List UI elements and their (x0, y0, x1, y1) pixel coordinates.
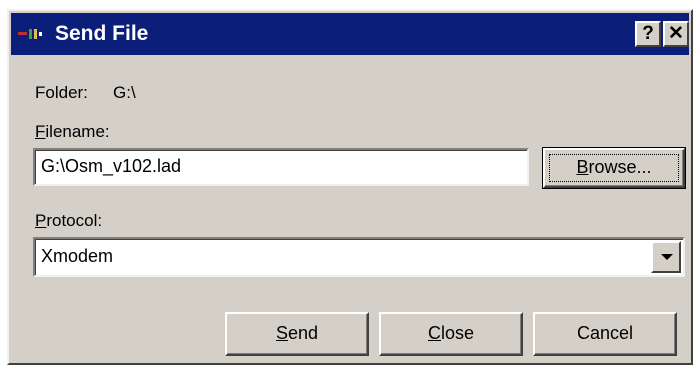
cancel-button[interactable]: Cancel (533, 312, 677, 356)
close-button[interactable]: Close (379, 312, 523, 356)
chevron-down-icon (661, 254, 673, 260)
window-title: Send File (55, 22, 149, 45)
filename-mnemonic: F (35, 122, 46, 141)
send-file-dialog: Send File ? ✕ Folder: G:\ Filename: G:\O… (7, 9, 693, 365)
help-button[interactable]: ? (635, 21, 661, 47)
filename-input[interactable]: G:\Osm_v102.lad (33, 148, 529, 186)
send-mnemonic: S (275, 323, 288, 343)
folder-value: G:\ (113, 83, 136, 102)
protocol-label: Protocol: (35, 211, 102, 231)
close-label: lose (440, 323, 475, 343)
folder-label: Folder: (35, 83, 88, 102)
filename-label-text: ilename: (45, 122, 110, 141)
close-window-button[interactable]: ✕ (663, 21, 689, 47)
dropdown-button[interactable] (651, 241, 681, 273)
send-label: end (287, 323, 319, 343)
focus-ring (549, 154, 679, 182)
protocol-mnemonic: P (35, 211, 47, 230)
send-button[interactable]: Send (225, 312, 369, 356)
browse-button[interactable]: Browse... (542, 147, 686, 189)
filename-label: Filename: (35, 122, 110, 142)
app-icon (18, 29, 42, 39)
title-bar[interactable]: Send File ? ✕ (11, 13, 689, 55)
close-mnemonic: C (427, 323, 441, 343)
protocol-label-text: rotocol: (46, 211, 103, 230)
protocol-selected-value: Xmodem (41, 246, 114, 266)
protocol-select[interactable]: Xmodem (33, 237, 685, 277)
